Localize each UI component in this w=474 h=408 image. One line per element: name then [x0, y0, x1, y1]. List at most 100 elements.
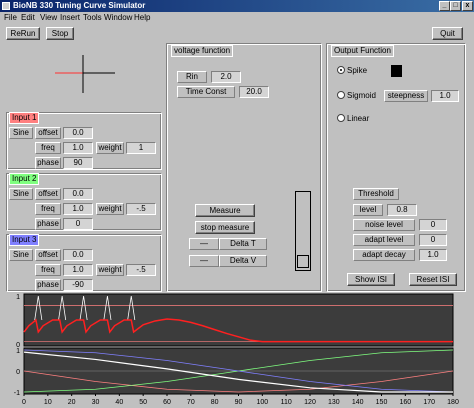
app-icon: [2, 2, 10, 10]
input-3-phase-label: phase: [35, 279, 61, 291]
input-2-phase-field[interactable]: 0: [63, 218, 93, 230]
input-1-freq-field[interactable]: 1.0: [63, 142, 93, 154]
radio-sigmoid[interactable]: Sigmoid: [337, 91, 376, 101]
title-bar: BioNB 330 Tuning Curve Simulator _ □ x: [0, 0, 474, 12]
input-3-weight-label: weight: [96, 264, 124, 276]
input-3-freq-label: freq: [35, 264, 61, 276]
voltage-slider[interactable]: [295, 191, 311, 271]
input-2-freq-field[interactable]: 1.0: [63, 203, 93, 215]
menu-insert[interactable]: Insert: [60, 12, 80, 23]
noise-level-field[interactable]: 0: [419, 219, 447, 231]
input-3-offset-field[interactable]: 0.0: [63, 249, 93, 261]
input-2-panel: Input 2 Sine offset 0.0 freq 1.0 weight …: [6, 173, 162, 231]
input-1-weight-label: weight: [96, 142, 124, 154]
delta-v-dash: —: [189, 255, 219, 267]
upper-y-tick-label: 1: [16, 294, 20, 301]
simulation-plots: 10 10-1 0 10 20 30 40 50 60 70 80 90 100 110 120 130 1…: [14, 293, 459, 406]
x-tick-label: 130: [328, 399, 340, 406]
x-tick-label: 100: [256, 399, 268, 406]
threshold-label: Threshold: [353, 188, 399, 200]
stop-measure-button[interactable]: stop measure: [195, 221, 255, 234]
menu-tools[interactable]: Tools: [83, 12, 102, 23]
spike-indicator: [391, 65, 402, 77]
noise-level-label: noise level: [353, 219, 415, 231]
input-1-title: Input 1: [9, 112, 40, 124]
time-const-label: Time Const: [177, 86, 235, 98]
output-function-title: Output Function: [331, 45, 394, 57]
minimize-button[interactable]: _: [439, 1, 450, 11]
lower-y-tick-label: 1: [16, 348, 20, 355]
delta-t-label: Delta T: [219, 238, 267, 250]
x-tick-label: 60: [163, 399, 171, 406]
crosshair-icon: [55, 55, 115, 93]
stop-button[interactable]: Stop: [46, 27, 74, 40]
quit-button[interactable]: Quit: [432, 27, 463, 40]
input-3-wave[interactable]: Sine: [9, 249, 33, 261]
rin-label: Rin: [177, 71, 207, 83]
radio-linear-label: Linear: [347, 114, 370, 123]
x-tick-label: 140: [352, 399, 364, 406]
x-tick-label: 170: [423, 399, 435, 406]
input-3-freq-field[interactable]: 1.0: [63, 264, 93, 276]
menu-edit[interactable]: Edit: [21, 12, 35, 23]
radio-linear[interactable]: Linear: [337, 114, 369, 124]
input-2-wave[interactable]: Sine: [9, 188, 33, 200]
input-2-phase-label: phase: [35, 218, 61, 230]
menu-window[interactable]: Window: [104, 12, 132, 23]
level-field[interactable]: 0.8: [387, 204, 417, 216]
x-tick-label: 110: [281, 399, 292, 406]
adapt-decay-label: adapt decay: [353, 249, 415, 261]
adapt-level-field[interactable]: 0: [419, 234, 447, 246]
input-2-weight-label: weight: [96, 203, 124, 215]
menu-file[interactable]: File: [4, 12, 17, 23]
time-const-field[interactable]: 20.0: [239, 86, 269, 98]
close-window-button[interactable]: x: [462, 1, 473, 11]
x-tick-label: 40: [115, 399, 123, 406]
level-label: level: [353, 204, 383, 216]
input-1-wave[interactable]: Sine: [9, 127, 33, 139]
x-tick-label: 120: [304, 399, 316, 406]
radio-spike-indicator: [337, 66, 345, 74]
x-tick-label: 180: [447, 399, 459, 406]
voltage-function-panel: voltage function Rin 2.0 Time Const 20.0…: [166, 43, 322, 292]
steepness-field[interactable]: 1.0: [431, 90, 459, 102]
radio-linear-indicator: [337, 114, 345, 122]
input-3-weight-field[interactable]: -.5: [126, 264, 156, 276]
x-tick-label: 160: [399, 399, 411, 406]
show-isi-button[interactable]: Show ISI: [347, 273, 395, 286]
menu-help[interactable]: Help: [134, 12, 150, 23]
maximize-button[interactable]: □: [450, 1, 461, 11]
x-tick-label: 30: [92, 399, 100, 406]
x-tick-label: 80: [211, 399, 219, 406]
voltage-slider-thumb[interactable]: [297, 255, 309, 268]
x-tick-label: 50: [139, 399, 147, 406]
x-tick-label: 70: [187, 399, 195, 406]
window-title: BioNB 330 Tuning Curve Simulator: [13, 1, 146, 10]
voltage-function-title: voltage function: [171, 45, 234, 57]
reset-isi-button[interactable]: Reset ISI: [409, 273, 457, 286]
menu-view[interactable]: View: [40, 12, 57, 23]
input-1-phase-label: phase: [35, 157, 61, 169]
input-3-offset-label: offset: [35, 249, 61, 261]
steepness-label: steepness: [384, 90, 428, 102]
input-2-offset-field[interactable]: 0.0: [63, 188, 93, 200]
input-1-phase-field[interactable]: 90: [63, 157, 93, 169]
radio-spike[interactable]: Spike: [337, 66, 367, 76]
x-tick-label: 150: [376, 399, 388, 406]
input-2-freq-label: freq: [35, 203, 61, 215]
x-tick-label: 10: [44, 399, 52, 406]
input-1-freq-label: freq: [35, 142, 61, 154]
rin-field[interactable]: 2.0: [211, 71, 241, 83]
input-3-phase-field[interactable]: -90: [63, 279, 93, 291]
output-function-panel: Output Function Spike Sigmoid steepness …: [326, 43, 466, 292]
measure-button[interactable]: Measure: [195, 204, 255, 217]
upper-plot-area: [23, 293, 454, 347]
adapt-decay-field[interactable]: 1.0: [419, 249, 447, 261]
menu-bar: File Edit View Insert Tools Window Help: [0, 12, 474, 23]
x-tick-label: 20: [68, 399, 76, 406]
input-1-offset-field[interactable]: 0.0: [63, 127, 93, 139]
rerun-button[interactable]: ReRun: [6, 27, 40, 40]
input-2-weight-field[interactable]: -.5: [126, 203, 156, 215]
input-1-offset-label: offset: [35, 127, 61, 139]
input-1-weight-field[interactable]: 1: [126, 142, 156, 154]
